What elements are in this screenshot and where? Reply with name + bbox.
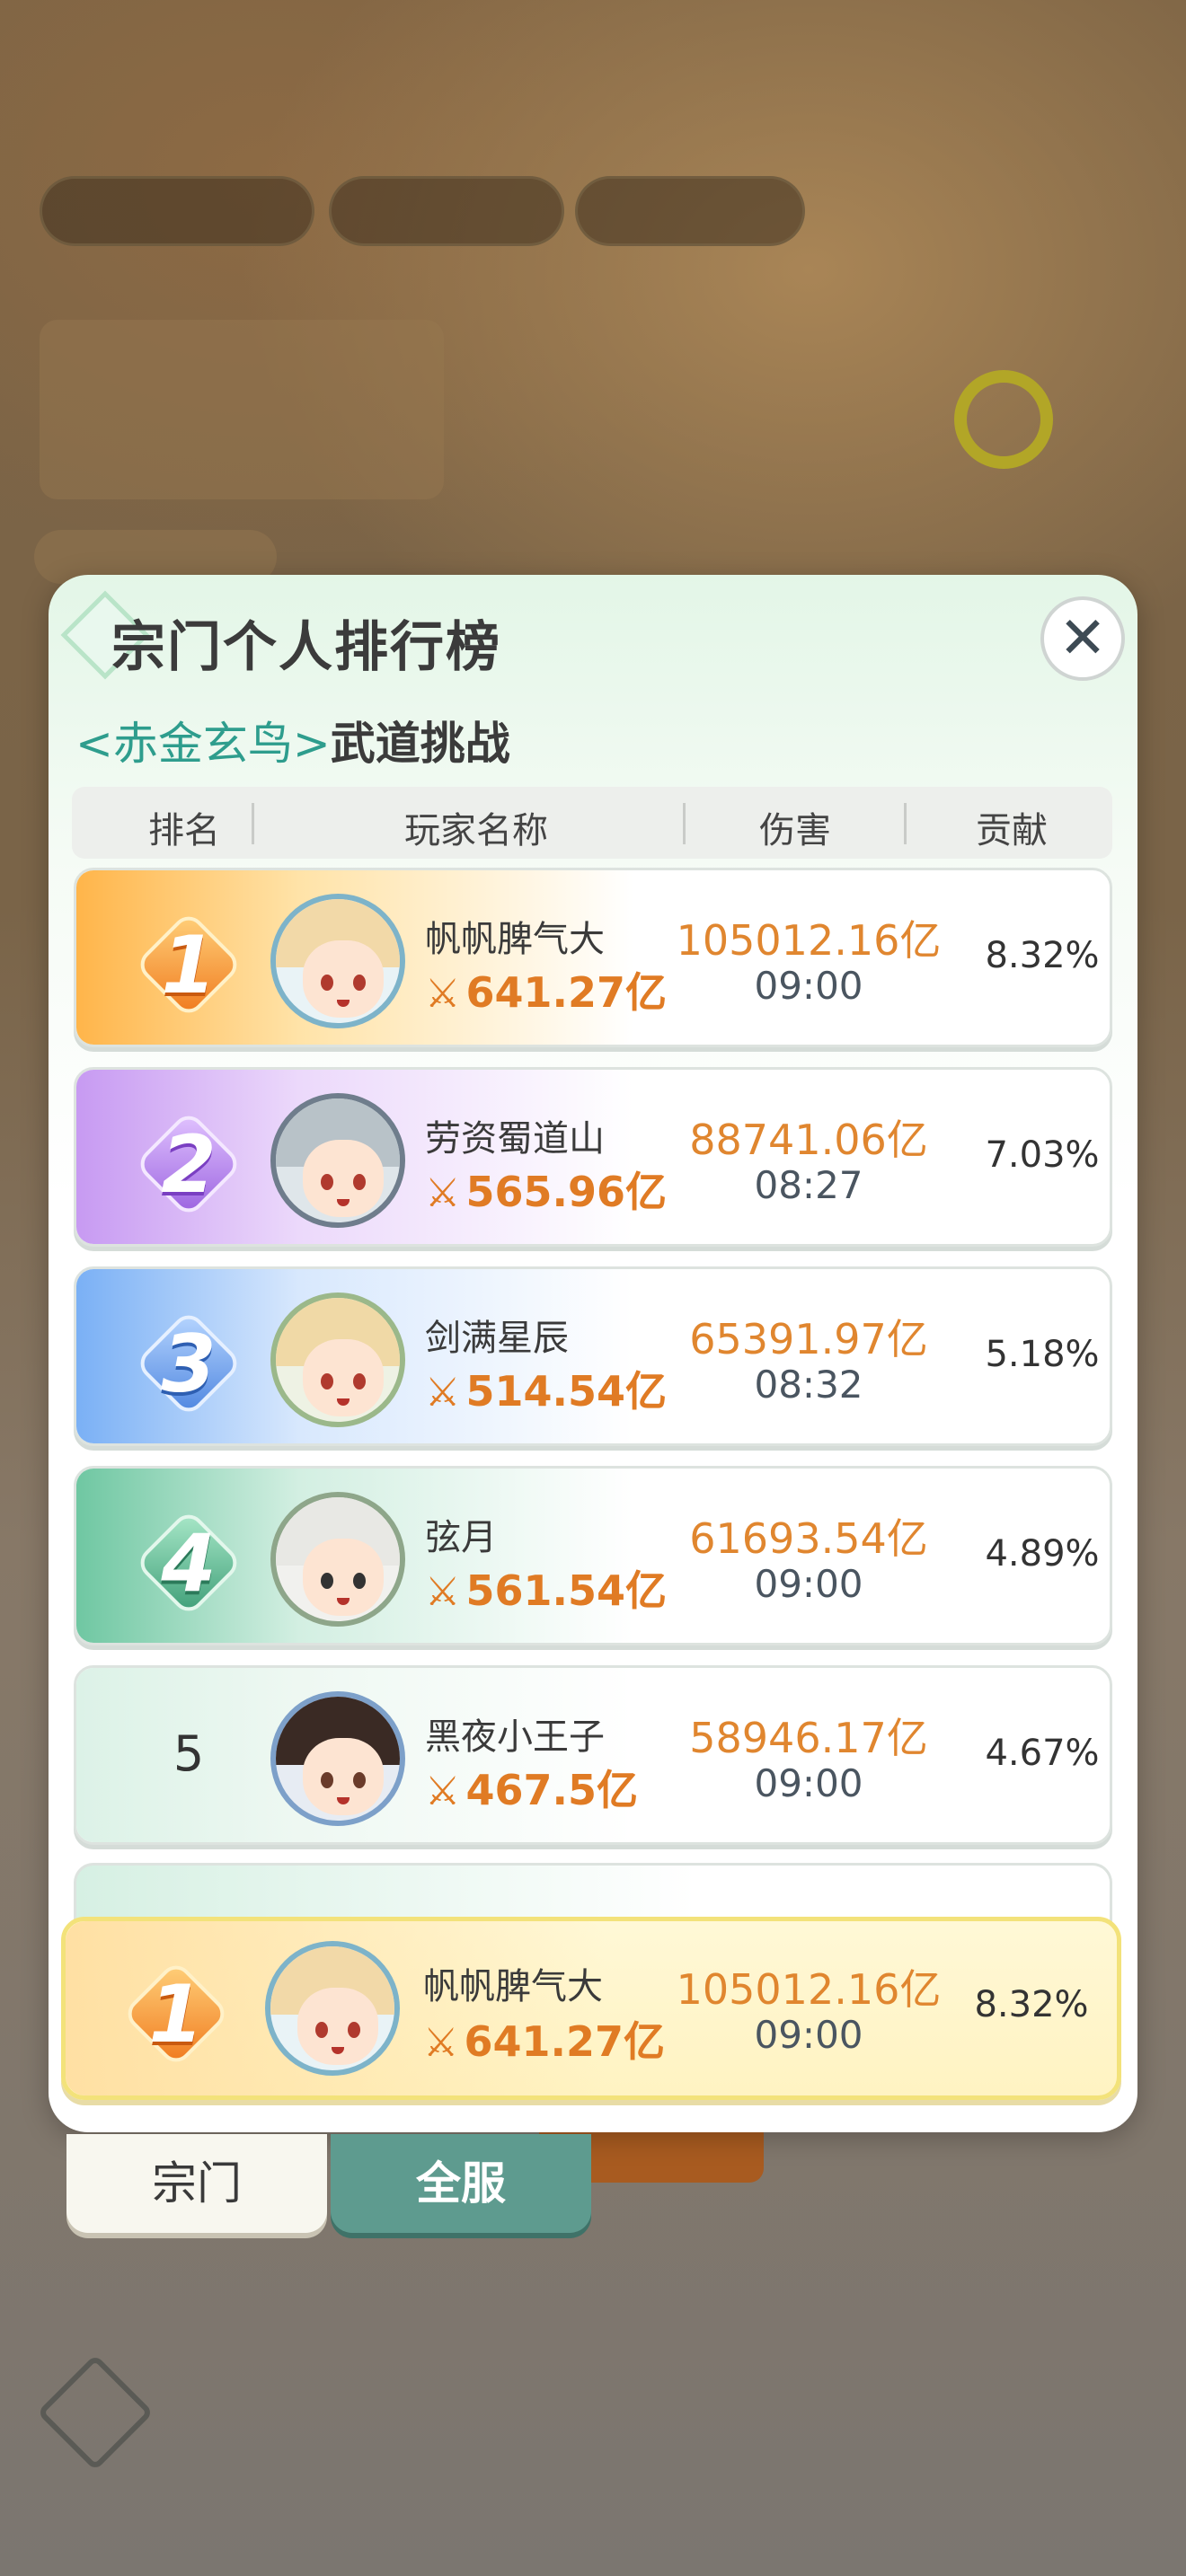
avatar-eye bbox=[348, 2022, 360, 2038]
avatar[interactable] bbox=[270, 1691, 405, 1826]
avatar-eye bbox=[321, 1772, 333, 1788]
table-row[interactable]: 4 弦月 ⚔ 561.54亿 61693.54亿 09:00 4.89% bbox=[74, 1466, 1112, 1645]
combat-power: ⚔ 561.54亿 bbox=[425, 1558, 667, 1618]
damage-value: 105012.16亿 bbox=[676, 1965, 942, 2014]
avatar-eye bbox=[353, 975, 366, 991]
damage-value: 105012.16亿 bbox=[676, 916, 942, 965]
avatar-eye bbox=[353, 1573, 366, 1589]
combat-power-value: 467.5亿 bbox=[465, 1766, 638, 1814]
rank-badge: 2 bbox=[130, 1106, 247, 1222]
challenge-time: 09:00 bbox=[754, 1562, 863, 1606]
damage-value: 65391.97亿 bbox=[689, 1315, 928, 1363]
challenge-time: 08:27 bbox=[754, 1163, 863, 1207]
crossed-swords-icon: ⚔ bbox=[425, 1769, 461, 1814]
table-row[interactable]: 2 劳资蜀道山 ⚔ 565.96亿 88741.06亿 08:27 7.03% bbox=[74, 1067, 1112, 1247]
combat-power: ⚔ 641.27亿 bbox=[423, 2009, 665, 2069]
rank-number: 3 bbox=[161, 1318, 217, 1410]
contribution-value: 4.67% bbox=[985, 1733, 1100, 1774]
panel-title: 宗门个人排行榜 bbox=[111, 616, 501, 679]
avatar-eye bbox=[353, 1373, 366, 1389]
bg-resource-pill bbox=[329, 176, 564, 246]
combat-power: ⚔ 565.96亿 bbox=[425, 1160, 667, 1219]
rank-number: 2 bbox=[161, 1118, 217, 1211]
player-name: 帆帆脾气大 bbox=[425, 919, 605, 960]
table-header: 排名 玩家名称 伤害 贡献 bbox=[72, 787, 1112, 859]
rank-number: 1 bbox=[161, 919, 217, 1011]
table-row[interactable]: 1 帆帆脾气大 ⚔ 641.27亿 105012.16亿 09:00 8.32% bbox=[74, 868, 1112, 1047]
avatar-eye bbox=[353, 1174, 366, 1190]
contribution-value: 7.03% bbox=[985, 1134, 1100, 1176]
contribution-value: 8.32% bbox=[974, 1984, 1089, 2025]
contribution-value: 5.18% bbox=[985, 1334, 1100, 1375]
avatar[interactable] bbox=[265, 1941, 400, 2076]
damage-value: 58946.17亿 bbox=[689, 1714, 928, 1762]
crossed-swords-icon: ⚔ bbox=[425, 1569, 461, 1615]
rank-number: 5 bbox=[173, 1725, 205, 1782]
player-name: 劳资蜀道山 bbox=[425, 1118, 605, 1160]
header-contribution: 贡献 bbox=[976, 810, 1048, 851]
header-divider bbox=[252, 803, 254, 844]
boss-name: <赤金玄鸟> bbox=[75, 718, 331, 770]
avatar[interactable] bbox=[270, 894, 405, 1028]
rank-badge: 4 bbox=[130, 1504, 247, 1621]
crossed-swords-icon: ⚔ bbox=[425, 971, 461, 1017]
header-divider bbox=[683, 803, 686, 844]
avatar-eye bbox=[321, 975, 333, 991]
avatar-eye bbox=[321, 1373, 333, 1389]
avatar-eye bbox=[321, 1174, 333, 1190]
contribution-value: 4.89% bbox=[985, 1533, 1100, 1575]
header-divider bbox=[904, 803, 907, 844]
panel-subtitle: <赤金玄鸟>武道挑战 bbox=[75, 708, 510, 772]
avatar-eye bbox=[315, 2022, 328, 2038]
tab-all-server[interactable]: 全服 bbox=[331, 2134, 591, 2233]
player-name: 剑满星辰 bbox=[425, 1318, 569, 1359]
rank-number: 4 bbox=[161, 1517, 217, 1610]
crossed-swords-icon: ⚔ bbox=[423, 2020, 459, 2066]
bg-event-ring bbox=[954, 370, 1053, 469]
combat-power: ⚔ 467.5亿 bbox=[425, 1758, 638, 1817]
contribution-value: 8.32% bbox=[985, 935, 1100, 976]
rank-badge: 1 bbox=[130, 906, 247, 1023]
player-name: 帆帆脾气大 bbox=[423, 1966, 603, 2007]
combat-power: ⚔ 641.27亿 bbox=[425, 960, 667, 1019]
header-player: 玩家名称 bbox=[404, 810, 548, 851]
combat-power-value: 641.27亿 bbox=[465, 968, 667, 1017]
crossed-swords-icon: ⚔ bbox=[425, 1170, 461, 1216]
player-name: 弦月 bbox=[425, 1517, 497, 1558]
close-button[interactable]: ✕ bbox=[1040, 596, 1125, 681]
my-rank-bar: 1 帆帆脾气大 ⚔ 641.27亿 105012.16亿 09:00 8.32% bbox=[61, 1917, 1121, 2100]
challenge-mode: 武道挑战 bbox=[330, 718, 510, 770]
damage-value: 88741.06亿 bbox=[689, 1116, 928, 1164]
bg-task-card bbox=[40, 320, 444, 499]
avatar[interactable] bbox=[270, 1492, 405, 1627]
crossed-swords-icon: ⚔ bbox=[425, 1370, 461, 1416]
combat-power-value: 561.54亿 bbox=[465, 1566, 667, 1615]
damage-value: 61693.54亿 bbox=[689, 1514, 928, 1563]
player-name: 黑夜小王子 bbox=[425, 1716, 605, 1758]
table-row[interactable]: 5 黑夜小王子 ⚔ 467.5亿 58946.17亿 09:00 4.67% bbox=[74, 1665, 1112, 1845]
rank-number: 1 bbox=[148, 1968, 204, 2060]
challenge-time: 09:00 bbox=[754, 1761, 863, 1805]
avatar[interactable] bbox=[270, 1292, 405, 1427]
tab-sect[interactable]: 宗门 bbox=[66, 2134, 327, 2233]
combat-power-value: 641.27亿 bbox=[464, 2017, 665, 2066]
challenge-time: 08:32 bbox=[754, 1363, 863, 1407]
rank-badge: 3 bbox=[130, 1305, 247, 1422]
header-damage: 伤害 bbox=[759, 810, 831, 851]
combat-power-value: 514.54亿 bbox=[465, 1367, 667, 1416]
avatar-eye bbox=[353, 1772, 366, 1788]
table-row[interactable]: 3 剑满星辰 ⚔ 514.54亿 65391.97亿 08:32 5.18% bbox=[74, 1266, 1112, 1446]
bg-resource-pill bbox=[40, 176, 314, 246]
bg-resource-pill bbox=[575, 176, 805, 246]
rank-badge: 1 bbox=[118, 1955, 235, 2072]
combat-power: ⚔ 514.54亿 bbox=[425, 1359, 667, 1418]
close-icon: ✕ bbox=[1058, 605, 1107, 672]
challenge-time: 09:00 bbox=[754, 2013, 863, 2057]
avatar-eye bbox=[321, 1573, 333, 1589]
avatar[interactable] bbox=[270, 1093, 405, 1228]
combat-power-value: 565.96亿 bbox=[465, 1168, 667, 1216]
header-rank: 排名 bbox=[148, 810, 220, 851]
challenge-time: 09:00 bbox=[754, 964, 863, 1008]
